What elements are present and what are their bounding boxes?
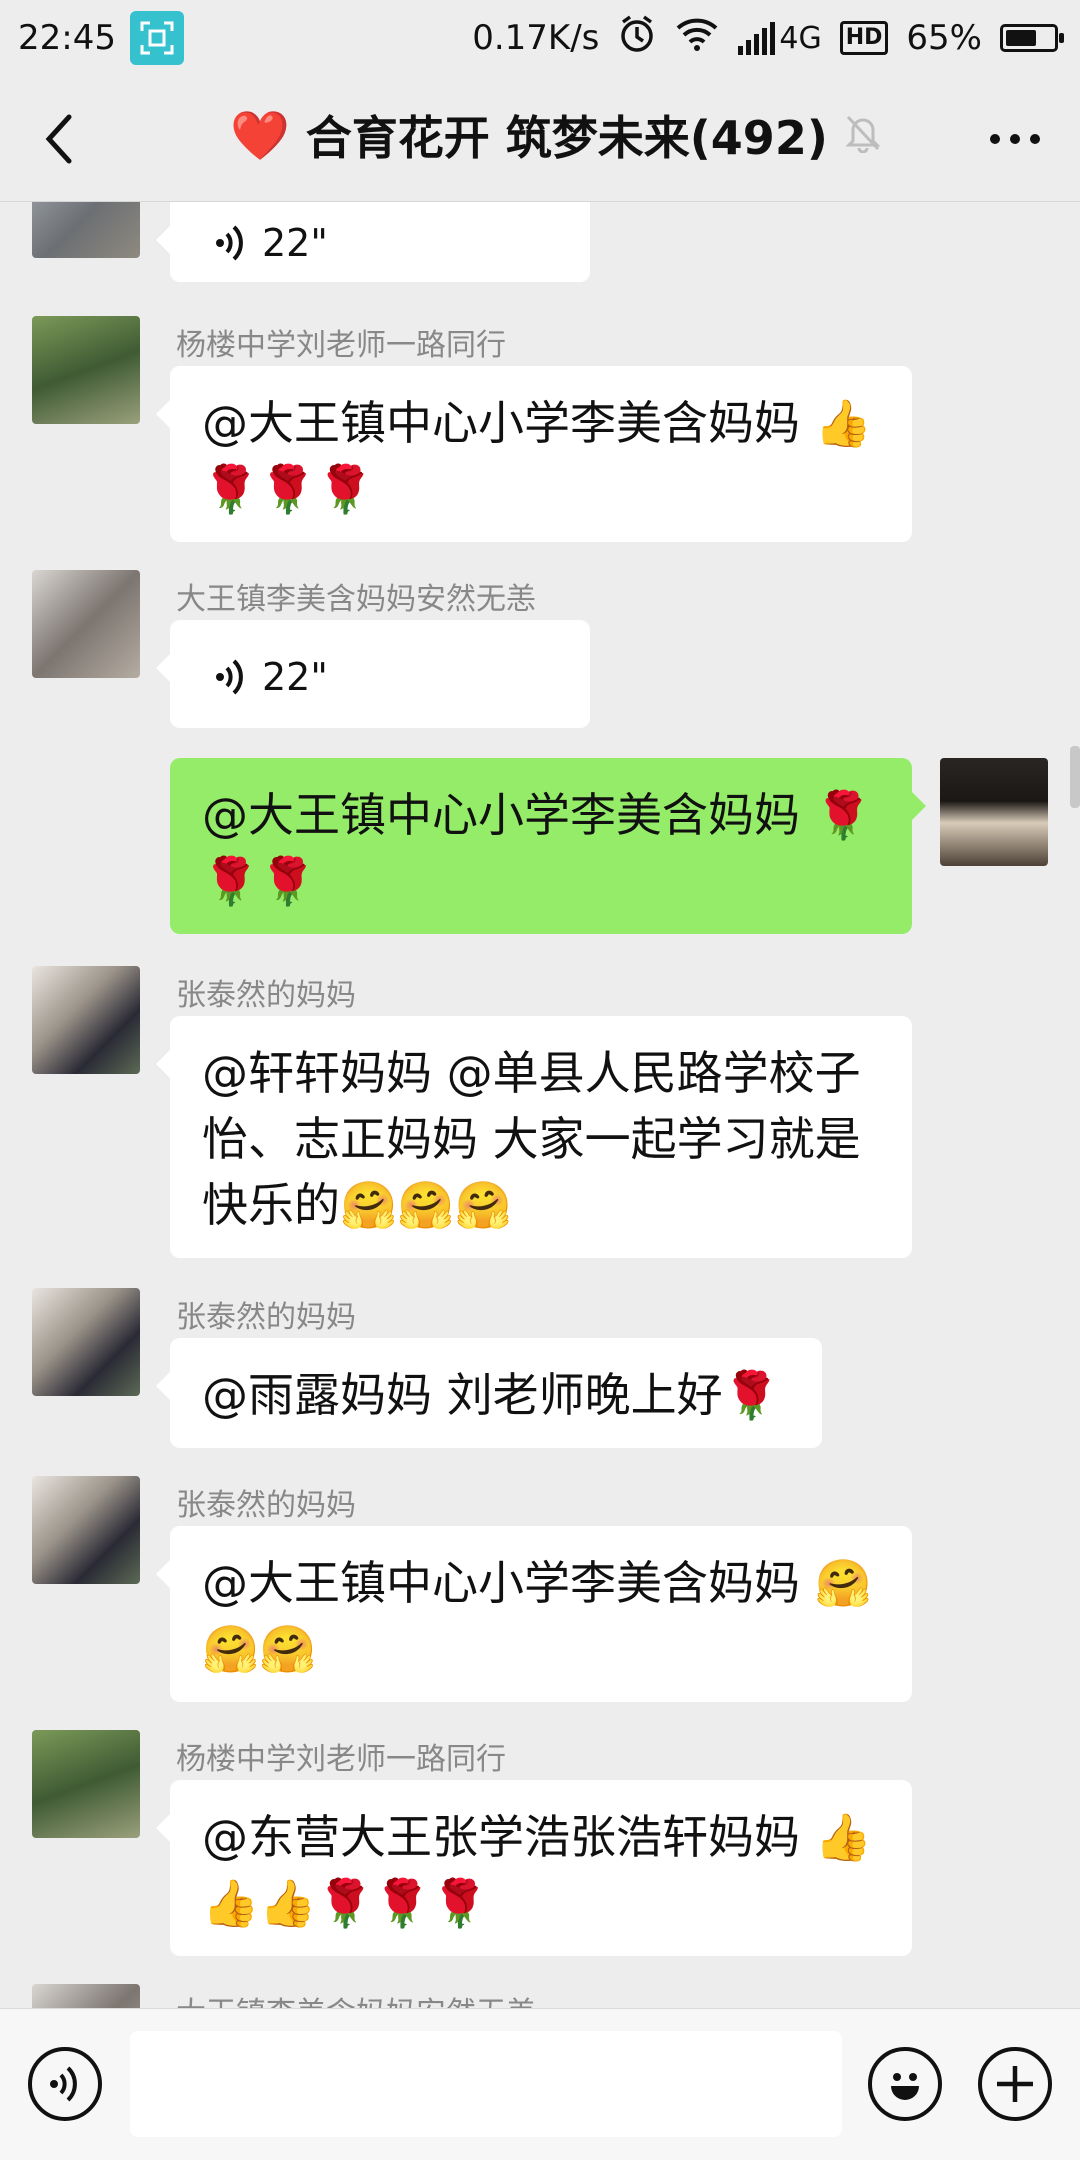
voice-message[interactable]: 22" [156, 620, 590, 728]
avatar[interactable] [32, 1730, 140, 1838]
sender-name: 杨楼中学刘老师一路同行 [176, 1742, 506, 1777]
emoji-button[interactable] [868, 2047, 942, 2121]
status-time: 22:45 [18, 18, 116, 58]
wifi-icon [675, 16, 719, 61]
voice-input-button[interactable] [28, 2047, 102, 2121]
avatar[interactable] [32, 1288, 140, 1396]
avatar[interactable] [32, 202, 140, 258]
back-button[interactable] [28, 106, 88, 172]
message-line: 怡、志正妈妈 大家一起学习就是 [202, 1112, 861, 1166]
sender-name: 张泰然的妈妈 [176, 1300, 356, 1335]
hd-badge: HD [839, 21, 889, 55]
plus-icon [997, 2066, 1033, 2102]
text-message[interactable]: @雨露妈妈 刘老师晚上好🌹 [156, 1338, 822, 1448]
alarm-icon [617, 14, 657, 63]
network-type: 4G [779, 21, 822, 56]
input-bar [0, 2008, 1080, 2160]
avatar[interactable] [32, 966, 140, 1074]
voice-wave-icon [216, 659, 243, 695]
message-input[interactable] [130, 2031, 842, 2137]
message-list[interactable]: 22" 杨楼中学刘老师一路同行 @大王镇中心小学李美含妈妈 👍 🌹🌹🌹 大王镇李… [0, 202, 1080, 2008]
group-name: 合育花开 筑梦未来(492) [305, 111, 828, 165]
more-options-button[interactable] [980, 114, 1050, 164]
message-line: @东营大王张学浩张浩轩妈妈 👍 [202, 1810, 872, 1864]
my-avatar[interactable] [940, 758, 1048, 866]
screenshot-icon [129, 11, 184, 65]
battery-icon [1000, 24, 1064, 52]
text-message[interactable]: @大王镇中心小学李美含妈妈 🤗 🤗🤗 [156, 1526, 912, 1702]
scrollbar[interactable] [1070, 746, 1080, 808]
voice-duration: 22" [262, 221, 328, 265]
text-message[interactable]: @大王镇中心小学李美含妈妈 👍 🌹🌹🌹 [156, 366, 912, 542]
text-message[interactable]: @轩轩妈妈 @单县人民路学校子 怡、志正妈妈 大家一起学习就是 快乐的🤗🤗🤗 [156, 1016, 912, 1258]
avatar[interactable] [32, 1476, 140, 1584]
message-line: 🌹🌹🌹 [202, 462, 374, 516]
message-line: 快乐的🤗🤗🤗 [202, 1178, 512, 1232]
sender-name: 大王镇李美含妈妈安然无恙 [176, 1988, 536, 2008]
voice-message[interactable]: 22" [156, 202, 590, 282]
signal-icon: 4G [737, 20, 822, 56]
message-line: @雨露妈妈 刘老师晚上好🌹 [202, 1368, 780, 1422]
sender-name: 大王镇李美含妈妈安然无恙 [176, 582, 536, 617]
message-line: 🤗🤗 [202, 1622, 317, 1676]
heart-emoji: ❤️ [230, 107, 290, 164]
sender-name: 张泰然的妈妈 [176, 978, 356, 1013]
avatar[interactable] [32, 570, 140, 678]
mute-bell-icon [844, 113, 882, 157]
status-bar: 22:45 0.17K/s 4G HD 65% [0, 0, 1080, 76]
avatar[interactable] [32, 316, 140, 424]
message-line: @大王镇中心小学李美含妈妈 👍 [202, 396, 872, 450]
ellipsis-icon [990, 134, 1040, 144]
net-speed: 0.17K/s [472, 18, 600, 58]
text-message[interactable]: @大王镇中心小学李美含妈妈 🌹 🌹🌹 [170, 758, 926, 934]
sender-name: 杨楼中学刘老师一路同行 [176, 328, 506, 363]
add-more-button[interactable] [978, 2047, 1052, 2121]
voice-wave-icon [216, 225, 243, 261]
chat-header: ❤️ 合育花开 筑梦未来(492) [0, 76, 1080, 202]
chat-title: ❤️ 合育花开 筑梦未来(492) [230, 102, 882, 168]
message-line: @大王镇中心小学李美含妈妈 🤗 [202, 1556, 872, 1610]
text-message[interactable]: @东营大王张学浩张浩轩妈妈 👍 👍👍🌹🌹🌹 [156, 1780, 912, 1956]
message-line: 🌹🌹 [202, 854, 317, 908]
message-line: @大王镇中心小学李美含妈妈 🌹 [202, 788, 872, 842]
message-line: @轩轩妈妈 @单县人民路学校子 [202, 1046, 861, 1100]
smiley-icon [891, 2073, 919, 2100]
back-arrow-icon [45, 114, 72, 164]
voice-duration: 22" [262, 655, 328, 699]
message-line: 👍👍🌹🌹🌹 [202, 1876, 489, 1930]
avatar[interactable] [32, 1984, 140, 2008]
battery-percent: 65% [906, 18, 982, 58]
voice-wave-icon [50, 2066, 77, 2102]
sender-name: 张泰然的妈妈 [176, 1488, 356, 1523]
